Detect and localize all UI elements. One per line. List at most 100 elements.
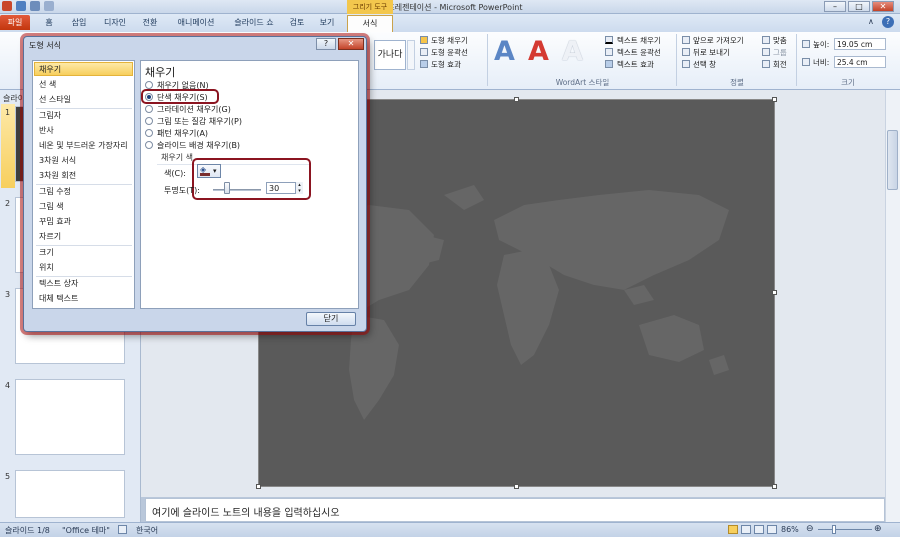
category-fill[interactable]: 채우기 [39, 64, 61, 75]
panel-title: 채우기 [145, 66, 176, 79]
slides-tab[interactable]: 슬라이 [3, 93, 25, 104]
dialog-close-footer-button[interactable]: 닫기 [306, 312, 356, 326]
tab-view[interactable]: 보기 [314, 16, 340, 30]
normal-view-icon[interactable] [728, 525, 738, 534]
radio-solid-fill[interactable] [145, 93, 153, 101]
height-input[interactable]: 19.05 cm [834, 38, 886, 50]
category-reflection[interactable]: 반사 [39, 125, 54, 136]
bring-forward-button[interactable]: 앞으로 가져오기 [693, 35, 744, 46]
shape-effects-button[interactable]: 도형 효과 [431, 59, 461, 70]
category-glow-soft-edges[interactable]: 네온 및 부드러운 가장자리 [39, 140, 128, 151]
bring-forward-icon [682, 36, 690, 44]
resize-handle[interactable] [256, 484, 261, 489]
resize-handle[interactable] [772, 290, 777, 295]
group-label-wordart: WordArt 스타일 [555, 78, 610, 87]
tab-file[interactable]: 파일 [0, 15, 30, 30]
category-artistic-effects[interactable]: 꾸밈 효과 [39, 216, 71, 227]
category-alt-text[interactable]: 대체 텍스트 [39, 293, 78, 304]
tab-design[interactable]: 디자인 [98, 16, 132, 30]
option-pattern-fill-label[interactable]: 패턴 채우기(A) [157, 128, 208, 139]
zoom-out-icon[interactable]: ⊖ [806, 524, 814, 534]
slideshow-icon[interactable] [767, 525, 777, 534]
selection-pane-button[interactable]: 선택 창 [693, 59, 716, 70]
transparency-slider-track[interactable] [213, 189, 261, 191]
slide-sorter-icon[interactable] [741, 525, 751, 534]
shape-outline-button[interactable]: 도형 윤곽선 [431, 47, 468, 58]
shape-style-preview[interactable]: 가나다 [374, 40, 406, 70]
text-outline-button[interactable]: 텍스트 윤곽선 [617, 47, 661, 58]
help-icon[interactable]: ? [882, 16, 894, 28]
slide-thumbnail-5[interactable] [15, 470, 125, 518]
window-close-button[interactable]: ✕ [872, 1, 894, 12]
width-input[interactable]: 25.4 cm [834, 56, 886, 68]
category-crop[interactable]: 자르기 [39, 231, 61, 242]
dialog-help-button[interactable]: ? [316, 38, 336, 50]
zoom-in-icon[interactable]: ⊕ [874, 524, 882, 534]
zoom-level[interactable]: 86% [781, 525, 799, 534]
resize-handle[interactable] [514, 97, 519, 102]
transparency-spinner[interactable]: ▴ ▾ [295, 182, 303, 194]
rotate-icon [762, 60, 770, 68]
option-picture-texture-label[interactable]: 그림 또는 질감 채우기(P) [157, 116, 242, 127]
wordart-style-red[interactable]: A [528, 36, 549, 67]
category-picture-color[interactable]: 그림 색 [39, 201, 64, 212]
minimize-button[interactable]: – [824, 1, 846, 12]
group-button[interactable]: 그룹 [773, 47, 787, 58]
tab-format[interactable]: 서식 [347, 15, 393, 32]
wordart-style-outline[interactable]: A [562, 36, 583, 67]
ribbon-minimize-icon[interactable]: ∧ [868, 17, 874, 26]
tab-slideshow[interactable]: 슬라이드 쇼 [226, 16, 282, 30]
slide-thumbnail-4[interactable] [15, 379, 125, 455]
category-line-style[interactable]: 선 스타일 [39, 94, 71, 105]
radio-gradient-fill[interactable] [145, 105, 153, 113]
resize-handle[interactable] [514, 484, 519, 489]
wordart-style-blue[interactable]: A [494, 36, 515, 67]
radio-picture-texture-fill[interactable] [145, 117, 153, 125]
resize-handle[interactable] [772, 484, 777, 489]
category-shadow[interactable]: 그림자 [39, 110, 61, 121]
slide-number: 1 [5, 108, 11, 117]
notes-pane[interactable]: 여기에 슬라이드 노트의 내용을 입력하십시오 [145, 498, 885, 522]
shape-style-scroll[interactable] [407, 40, 415, 70]
text-fill-button[interactable]: 텍스트 채우기 [617, 35, 661, 46]
ribbon-separator [487, 34, 488, 86]
spellcheck-icon[interactable] [118, 525, 127, 534]
category-picture-corrections[interactable]: 그림 수정 [39, 186, 71, 197]
zoom-slider-track[interactable] [818, 529, 872, 530]
maximize-button[interactable]: □ [848, 1, 870, 12]
reading-view-icon[interactable] [754, 525, 764, 534]
radio-slide-background-fill[interactable] [145, 141, 153, 149]
category-position[interactable]: 위치 [39, 262, 54, 273]
category-size[interactable]: 크기 [39, 247, 54, 258]
radio-no-fill[interactable] [145, 81, 153, 89]
group-icon [762, 48, 770, 56]
option-slide-background-label[interactable]: 슬라이드 배경 채우기(B) [157, 140, 240, 151]
rotate-button[interactable]: 회전 [773, 59, 787, 70]
transparency-value: 30 [269, 184, 280, 193]
tab-home[interactable]: 홈 [38, 16, 60, 30]
category-3d-format[interactable]: 3차원 서식 [39, 155, 76, 166]
resize-handle[interactable] [772, 97, 777, 102]
shape-fill-button[interactable]: 도형 채우기 [431, 35, 468, 46]
tab-insert[interactable]: 삽입 [64, 16, 94, 30]
send-backward-button[interactable]: 뒤로 보내기 [693, 47, 730, 58]
zoom-slider-thumb[interactable] [832, 525, 836, 534]
dialog-close-button[interactable]: ✕ [338, 38, 364, 50]
scroll-thumb[interactable] [887, 130, 898, 190]
tab-animations[interactable]: 애니메이션 [170, 16, 222, 30]
option-gradient-fill-label[interactable]: 그라데이션 채우기(G) [157, 104, 231, 115]
radio-pattern-fill[interactable] [145, 129, 153, 137]
align-button[interactable]: 맞춤 [773, 35, 787, 46]
pen-outline-icon [420, 48, 428, 56]
tab-transitions[interactable]: 전환 [136, 16, 164, 30]
transparency-slider-thumb[interactable] [224, 182, 231, 194]
category-line-color[interactable]: 선 색 [39, 79, 56, 90]
text-effects-button[interactable]: 텍스트 효과 [617, 59, 654, 70]
text-effects-icon [605, 60, 613, 68]
language-indicator: 한국어 [136, 526, 159, 535]
tab-review[interactable]: 검토 [284, 16, 310, 30]
category-text-box[interactable]: 텍스트 상자 [39, 278, 78, 289]
option-solid-fill-label[interactable]: 단색 채우기(S) [157, 92, 208, 103]
category-3d-rotation[interactable]: 3차원 회전 [39, 170, 76, 181]
color-picker-button[interactable]: ◈ ▾ [197, 164, 221, 178]
